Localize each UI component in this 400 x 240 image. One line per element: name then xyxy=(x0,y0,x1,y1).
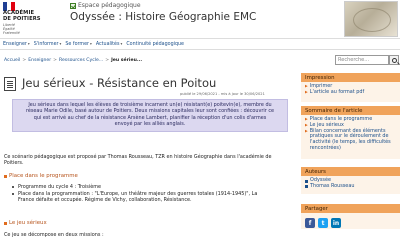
logo-text: ACADÉMIE DE POITIERS xyxy=(3,10,41,22)
logo-motto: Liberté Égalité Fraternité xyxy=(3,23,20,35)
section-paragraph: Ce jeu se décompose en deux missions : xyxy=(4,232,104,238)
page: ACADÉMIE DE POITIERS Liberté Égalité Fra… xyxy=(0,0,400,240)
intro-line: Poitiers. xyxy=(4,160,24,167)
list-item: Programme du cycle 4 : Troisième xyxy=(12,184,292,190)
menu-actualites[interactable]: Actualités ▾ xyxy=(96,42,123,47)
chevron-down-icon: ▾ xyxy=(27,42,30,46)
share-box: f t in xyxy=(301,213,400,229)
breadcrumb-accueil[interactable]: Accueil xyxy=(4,58,20,63)
breadcrumb-ressources[interactable]: Ressources Cycle... xyxy=(59,58,103,63)
site-header: ACADÉMIE DE POITIERS Liberté Égalité Fra… xyxy=(0,0,400,38)
main-menu: Enseigner ▾ S'informer ▾ Se former ▾ Actual… xyxy=(0,38,400,50)
author-icon xyxy=(305,179,308,183)
intro-paragraph: Ce scénario pédagogique est proposé par … xyxy=(4,154,294,166)
intro-line: Ce scénario pédagogique est proposé par … xyxy=(4,154,272,160)
sommaire-header: Sommaire de l'article xyxy=(301,106,400,115)
breadcrumb-separator: > xyxy=(105,58,110,63)
breadcrumb-current: Jeu sérieu... xyxy=(111,58,143,63)
section-bullet-icon xyxy=(4,221,7,225)
pdf-link[interactable]: ▶ L'article au format pdf xyxy=(305,89,396,96)
partager-header: Partager xyxy=(301,204,400,213)
triangle-right-icon: ▶ xyxy=(305,89,308,94)
section-title-jeu: Le jeu sérieux xyxy=(4,220,47,226)
sommaire-box: ▶ Place dans le programme ▶ Le jeu sérieux… xyxy=(301,115,400,159)
auteurs-box: Odyssée Thomas Rousseau xyxy=(301,176,400,194)
facebook-share-button[interactable]: f xyxy=(305,218,315,228)
breadcrumb-enseigner[interactable]: Enseigner xyxy=(28,58,51,63)
breadcrumb: Accueil > Enseigner > Ressources Cycle..… xyxy=(4,58,142,63)
menu-se-former[interactable]: Se former ▾ xyxy=(65,42,91,47)
programme-list: Programme du cycle 4 : Troisième Place d… xyxy=(12,184,292,205)
menu-s-informer[interactable]: S'informer ▾ xyxy=(34,42,62,47)
espace-pedagogique-link[interactable]: Espace pédagogique xyxy=(70,2,141,9)
espace-label: Espace pédagogique xyxy=(78,2,141,9)
impression-box: ▶ Imprimer ▶ L'article au format pdf xyxy=(301,82,400,102)
breadcrumb-separator: > xyxy=(22,58,27,63)
menu-enseigner[interactable]: Enseigner ▾ xyxy=(3,42,30,47)
article-title: Jeu sérieux - Résistance en Poitou xyxy=(22,76,217,90)
search-input[interactable]: Recherche... xyxy=(335,55,389,65)
search-button[interactable] xyxy=(389,55,399,65)
publication-date: publié le 29/06/2021 - mis à jour le 30/… xyxy=(180,92,265,96)
chevron-down-icon: ▾ xyxy=(59,42,62,46)
search-icon xyxy=(391,57,397,63)
author-icon xyxy=(305,185,308,189)
site-title[interactable]: Odyssée : Histoire Géographie EMC xyxy=(70,11,256,23)
chevron-down-icon: ▾ xyxy=(120,42,123,46)
section-bullet-icon xyxy=(4,174,7,178)
auteurs-header: Auteurs xyxy=(301,167,400,176)
header-artwork-image xyxy=(344,1,398,37)
summary-line: réseau Marie Odile, basé autour de Poiti… xyxy=(25,108,275,115)
breadcrumb-separator: > xyxy=(53,58,57,63)
article-icon xyxy=(4,77,16,91)
sommaire-item[interactable]: ▶ Bilan concernant des éléments pratique… xyxy=(305,128,396,152)
summary-line: envoyé par les alliés anglais. xyxy=(114,121,186,128)
triangle-right-icon: ▶ xyxy=(305,128,308,133)
article-main: Jeu sérieux - Résistance en Poitou publi… xyxy=(0,70,300,240)
twitter-share-button[interactable]: t xyxy=(318,218,328,228)
academie-logo[interactable]: ACADÉMIE DE POITIERS Liberté Égalité Fra… xyxy=(3,2,53,36)
menu-continuite-pedagogique[interactable]: Continuité pédagogique xyxy=(126,42,184,47)
section-title-programme: Place dans le programme xyxy=(4,173,78,179)
list-item: Place dans la programmation : "L'Europe,… xyxy=(12,191,292,203)
linkedin-share-button[interactable]: in xyxy=(331,218,341,228)
checkbox-icon xyxy=(70,2,76,9)
article-summary-box: Jeu sérieux dans lequel les élèves de tr… xyxy=(12,99,288,132)
impression-header: Impression xyxy=(301,73,400,82)
author-link[interactable]: Thomas Rousseau xyxy=(305,183,396,190)
chevron-down-icon: ▾ xyxy=(90,42,92,46)
sidebar: Impression ▶ Imprimer ▶ L'article au forma… xyxy=(301,70,400,240)
